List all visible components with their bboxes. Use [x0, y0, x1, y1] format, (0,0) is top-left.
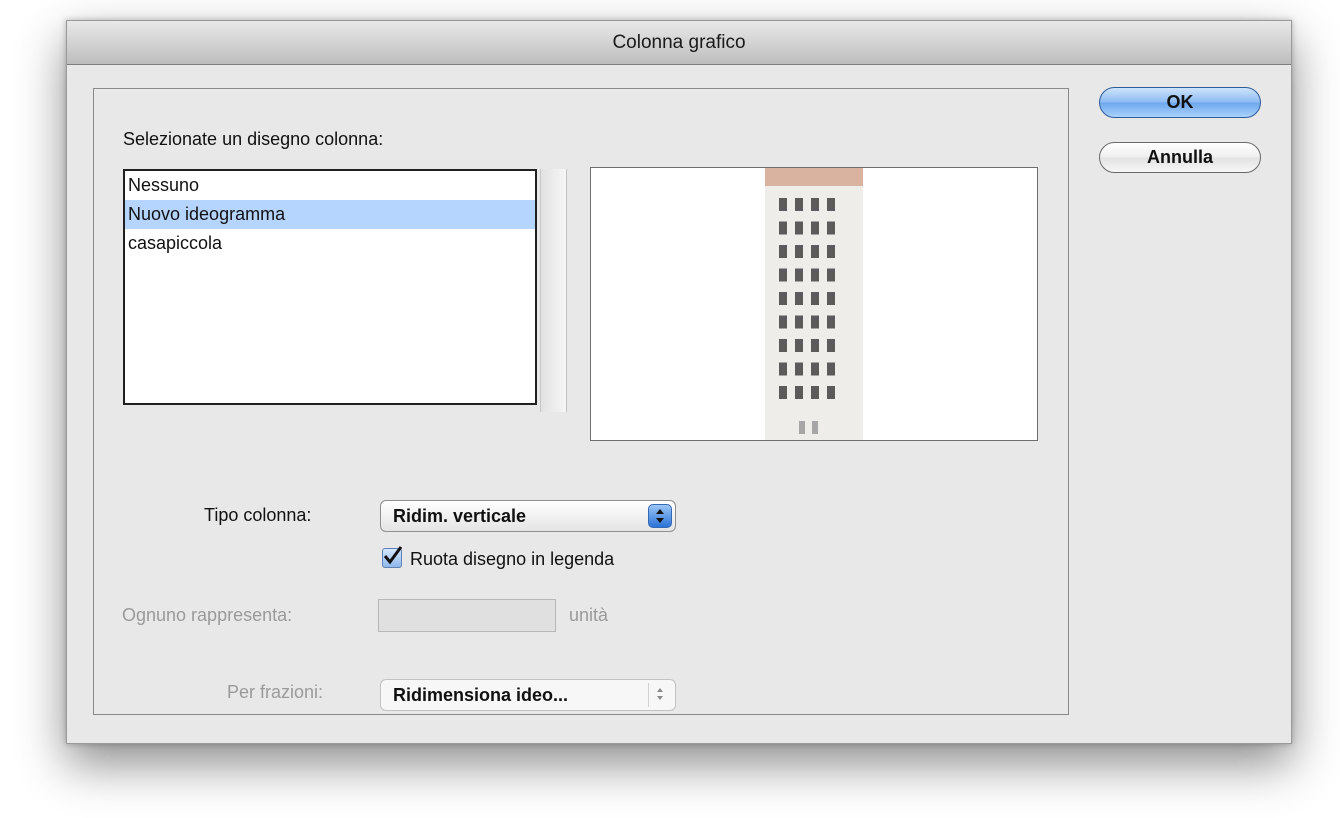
design-listbox[interactable]: Nessuno Nuovo ideogramma casapiccola: [123, 169, 537, 405]
updown-arrows-icon: [648, 683, 672, 707]
building-window: [779, 221, 787, 235]
building-window: [827, 198, 835, 211]
dialog-title: Colonna grafico: [67, 21, 1291, 65]
cancel-button[interactable]: Annulla: [1099, 142, 1261, 173]
building-window: [795, 198, 803, 211]
checkmark-icon: [383, 546, 403, 565]
design-preview: [590, 167, 1038, 441]
building-window: [827, 268, 835, 282]
ok-button[interactable]: OK: [1099, 87, 1261, 118]
building-window: [811, 221, 819, 235]
building-window: [827, 315, 835, 329]
list-item-selected[interactable]: Nuovo ideogramma: [125, 200, 535, 229]
building-window: [827, 339, 835, 352]
building-door-right: [812, 421, 818, 434]
building-window: [779, 315, 787, 329]
building-window: [795, 221, 803, 235]
column-type-select[interactable]: Ridim. verticale: [380, 500, 676, 532]
list-scrollbar[interactable]: [540, 169, 567, 412]
building-window: [811, 198, 819, 211]
rotate-legend-label: Ruota disegno in legenda: [410, 549, 615, 569]
each-represents-label: Ognuno rappresenta:: [122, 605, 293, 625]
list-item[interactable]: casapiccola: [125, 229, 535, 258]
building-window: [779, 268, 787, 282]
building-window: [811, 386, 819, 399]
building-window: [811, 245, 819, 258]
settings-panel: Selezionate un disegno colonna: Nessuno …: [93, 88, 1069, 715]
building-window: [795, 245, 803, 258]
unit-label: unità: [569, 605, 609, 625]
design-list-prompt: Selezionate un disegno colonna:: [123, 129, 384, 149]
building-window: [779, 386, 787, 399]
list-item[interactable]: Nessuno: [125, 171, 535, 200]
column-graph-dialog: Colonna grafico Selezionate un disegno c…: [66, 20, 1292, 744]
column-type-value: Ridim. verticale: [393, 506, 527, 526]
building-window: [779, 362, 787, 376]
building-window: [811, 292, 819, 305]
building-door-left: [799, 421, 805, 434]
building-window: [827, 386, 835, 399]
updown-arrows-icon: [648, 504, 672, 528]
building-window: [795, 339, 803, 352]
building-window: [795, 292, 803, 305]
building-window: [795, 315, 803, 329]
building-window: [795, 362, 803, 376]
column-type-label: Tipo colonna:: [204, 505, 312, 525]
building-window: [779, 339, 787, 352]
building-window: [795, 268, 803, 282]
building-roof: [765, 168, 863, 186]
building-window: [811, 362, 819, 376]
building-window: [795, 386, 803, 399]
building-window: [779, 245, 787, 258]
building-window: [827, 362, 835, 376]
building-window: [827, 221, 835, 235]
each-represents-field[interactable]: [378, 599, 556, 632]
building-window: [811, 315, 819, 329]
fractions-select[interactable]: Ridimensiona ideo...: [380, 679, 676, 711]
building-window: [811, 339, 819, 352]
fractions-value: Ridimensiona ideo...: [393, 685, 569, 705]
building-window: [779, 292, 787, 305]
building-window: [827, 245, 835, 258]
building-window: [779, 198, 787, 211]
building-window: [811, 268, 819, 282]
building-ideogram-icon: [765, 168, 863, 440]
fractions-label: Per frazioni:: [227, 682, 324, 702]
building-window: [827, 292, 835, 305]
rotate-legend-checkbox[interactable]: [382, 546, 403, 568]
